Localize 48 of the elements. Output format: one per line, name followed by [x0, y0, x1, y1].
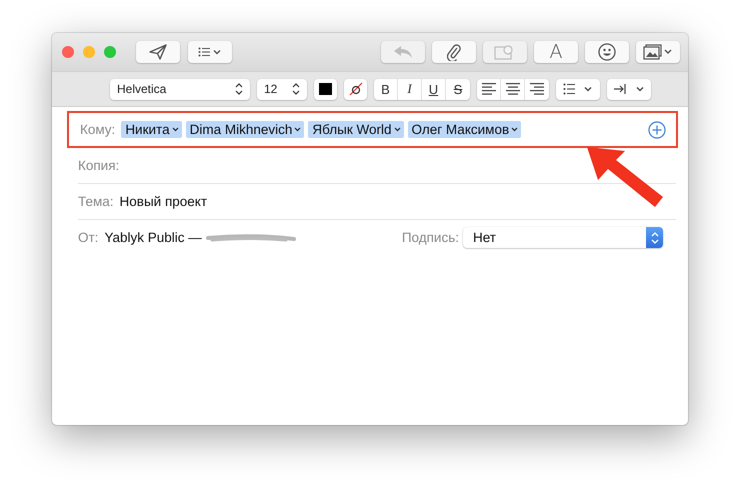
up-down-chevron-icon: [292, 83, 300, 95]
underline-button[interactable]: U: [422, 78, 446, 100]
align-right-icon: [530, 83, 544, 95]
subject-label: Тема:: [78, 194, 114, 209]
text-color-button[interactable]: [314, 78, 337, 100]
up-down-chevron-icon: [650, 232, 658, 244]
photos-chevron-icon: [643, 44, 673, 60]
up-down-chevron-icon: [235, 83, 243, 95]
attach-button[interactable]: [432, 41, 476, 63]
cc-label: Копия:: [78, 158, 120, 173]
bold-button[interactable]: B: [374, 78, 398, 100]
add-contact-icon[interactable]: [648, 120, 666, 138]
recipient-token[interactable]: Dima Mikhnevich: [186, 121, 304, 138]
to-label: Кому:: [80, 122, 116, 137]
recipient-token[interactable]: Яблык World: [308, 121, 404, 138]
smiley-icon: [598, 43, 616, 61]
indent-chevron-icon: [613, 83, 645, 95]
photos-button[interactable]: [636, 41, 680, 63]
emoji-button[interactable]: [585, 41, 629, 63]
from-value: Yablyk Public —: [104, 230, 202, 245]
no-background-icon: [348, 82, 364, 96]
chevron-down-icon: [294, 127, 302, 132]
background-color-button[interactable]: [344, 78, 367, 100]
align-center-icon: [506, 83, 520, 95]
font-size-select[interactable]: 12: [257, 78, 307, 100]
align-left-icon: [482, 83, 496, 95]
list-style-button[interactable]: [556, 78, 600, 100]
paper-plane-icon: [149, 44, 167, 60]
subject-value: Новый проект: [120, 194, 208, 209]
font-select[interactable]: Helvetica: [110, 78, 250, 100]
paperclip-icon: [447, 43, 461, 61]
list-chevron-icon: [198, 47, 222, 57]
recipient-token[interactable]: Никита: [121, 121, 182, 138]
indent-button[interactable]: [607, 78, 651, 100]
fonts-button[interactable]: A: [534, 41, 578, 63]
send-button[interactable]: [136, 41, 180, 63]
strike-button[interactable]: S: [446, 78, 470, 100]
recipient-token[interactable]: Олег Максимов: [408, 121, 522, 138]
chevron-down-icon: [172, 127, 179, 132]
header-fields-button[interactable]: [188, 41, 232, 63]
from-label: От:: [78, 230, 98, 245]
signature-select[interactable]: Нет: [463, 227, 663, 248]
signature-label: Подпись:: [402, 230, 459, 245]
chevron-down-icon: [511, 127, 518, 132]
reply-arrow-icon: [393, 45, 413, 59]
chevron-down-icon: [394, 127, 400, 132]
italic-button[interactable]: I: [398, 78, 422, 100]
list-chevron-icon: [563, 83, 593, 95]
